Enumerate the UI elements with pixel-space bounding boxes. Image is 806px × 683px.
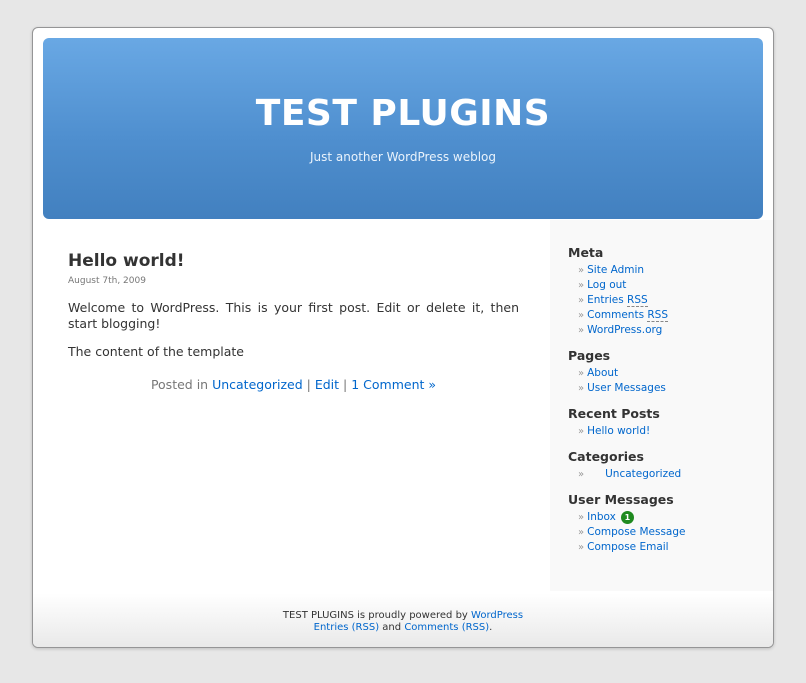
post: Hello world! August 7th, 2009 Welcome to… <box>68 250 519 393</box>
page-link-user-messages[interactable]: User Messages <box>587 382 666 394</box>
main-content: Hello world! August 7th, 2009 Welcome to… <box>68 250 519 393</box>
list-item: » WordPress.org <box>578 323 768 338</box>
blog-header: TEST PLUGINS Just another WordPress webl… <box>43 38 763 219</box>
posted-in-label: Posted in <box>150 377 209 392</box>
sidebar-heading-user-messages: User Messages <box>568 492 674 507</box>
list-item: » Entries RSS <box>578 293 768 308</box>
sidebar-heading-meta: Meta <box>568 245 604 260</box>
list-item: » Uncategorized <box>578 467 768 482</box>
meta-separator: | <box>343 377 348 392</box>
bullet-icon: » <box>578 295 585 306</box>
list-item: » Log out <box>578 278 768 293</box>
page-link-about[interactable]: About <box>587 367 618 379</box>
footer-line-2: Entries (RSS) and Comments (RSS). <box>33 622 773 634</box>
wordpress-org-link[interactable]: WordPress.org <box>587 324 662 336</box>
site-admin-link[interactable]: Site Admin <box>587 264 644 276</box>
bullet-icon: » <box>578 325 585 336</box>
comments-link[interactable]: 1 Comment » <box>351 377 436 392</box>
footer-comments-rss-link[interactable]: Comments (RSS) <box>404 622 489 633</box>
blog-title-link[interactable]: TEST PLUGINS <box>43 94 763 134</box>
bullet-icon: » <box>578 280 585 291</box>
list-item: » Inbox 1 <box>578 510 768 525</box>
post-paragraph: Welcome to WordPress. This is your first… <box>68 300 519 331</box>
list-item: » Compose Email <box>578 540 768 555</box>
bullet-icon: » <box>578 527 585 538</box>
post-paragraph: The content of the template <box>68 344 244 359</box>
list-item: » Comments RSS <box>578 308 768 323</box>
category-link-uncategorized[interactable]: Uncategorized <box>605 468 681 480</box>
compose-message-link[interactable]: Compose Message <box>587 526 685 538</box>
page-wrapper: TEST PLUGINS Just another WordPress webl… <box>32 27 774 648</box>
bullet-icon: » <box>578 265 585 276</box>
list-item: » Compose Message <box>578 525 768 540</box>
bullet-icon: » <box>578 383 585 394</box>
entries-label: Entries <box>587 294 624 306</box>
bullet-icon: » <box>578 368 585 379</box>
sidebar-heading-pages: Pages <box>568 348 611 363</box>
meta-separator: | <box>306 377 311 392</box>
footer-period: . <box>489 622 493 633</box>
blog-description: Just another WordPress weblog <box>309 150 496 164</box>
bullet-icon: » <box>578 426 585 437</box>
list-item: » About <box>578 366 768 381</box>
rss-abbr: RSS <box>647 309 669 322</box>
footer: TEST PLUGINS is proudly powered by WordP… <box>33 593 773 647</box>
post-date: August 7th, 2009 <box>68 276 146 286</box>
bullet-icon: » <box>578 512 585 523</box>
sidebar-user-messages-section: User Messages » Inbox 1 » Compose Message »… <box>568 492 768 555</box>
sidebar-heading-recent-posts: Recent Posts <box>568 406 660 421</box>
sidebar-pages-section: Pages » About » User Messages <box>568 348 768 396</box>
list-item: » Site Admin <box>578 263 768 278</box>
sidebar-categories-section: Categories » Uncategorized <box>568 449 768 482</box>
sidebar-recent-posts-section: Recent Posts » Hello world! <box>568 406 768 439</box>
sidebar-meta-section: Meta » Site Admin » Log out » Entries RSS »… <box>568 245 768 338</box>
footer-powered-text: TEST PLUGINS is proudly powered by <box>282 610 468 621</box>
log-out-link[interactable]: Log out <box>587 279 626 291</box>
rss-abbr: RSS <box>627 294 648 307</box>
category-link[interactable]: Uncategorized <box>212 377 303 392</box>
post-entry: Welcome to WordPress. This is your first… <box>68 300 519 360</box>
entries-rss-link[interactable]: Entries RSS <box>587 294 648 307</box>
post-meta: Posted in Uncategorized | Edit | 1 Comme… <box>68 377 519 393</box>
footer-wordpress-link[interactable]: WordPress <box>471 610 523 621</box>
bullet-icon: » <box>578 310 585 321</box>
post-title[interactable]: Hello world! <box>68 250 519 272</box>
edit-link[interactable]: Edit <box>315 377 339 392</box>
footer-line-1: TEST PLUGINS is proudly powered by WordP… <box>33 610 773 622</box>
list-item: » Hello world! <box>578 424 768 439</box>
inbox-link[interactable]: Inbox <box>587 511 616 523</box>
footer-entries-rss-link[interactable]: Entries (RSS) <box>314 622 379 633</box>
recent-post-link[interactable]: Hello world! <box>587 425 650 437</box>
bullet-icon: » <box>578 469 585 480</box>
comments-rss-link[interactable]: Comments RSS <box>587 309 669 322</box>
list-item: » User Messages <box>578 381 768 396</box>
sidebar-heading-categories: Categories <box>568 449 644 464</box>
sidebar: Meta » Site Admin » Log out » Entries RSS »… <box>550 220 773 591</box>
inbox-count-badge: 1 <box>620 511 634 524</box>
bullet-icon: » <box>578 542 585 553</box>
comments-label: Comments <box>587 309 645 321</box>
compose-email-link[interactable]: Compose Email <box>587 541 668 553</box>
footer-and-text: and <box>382 622 402 633</box>
